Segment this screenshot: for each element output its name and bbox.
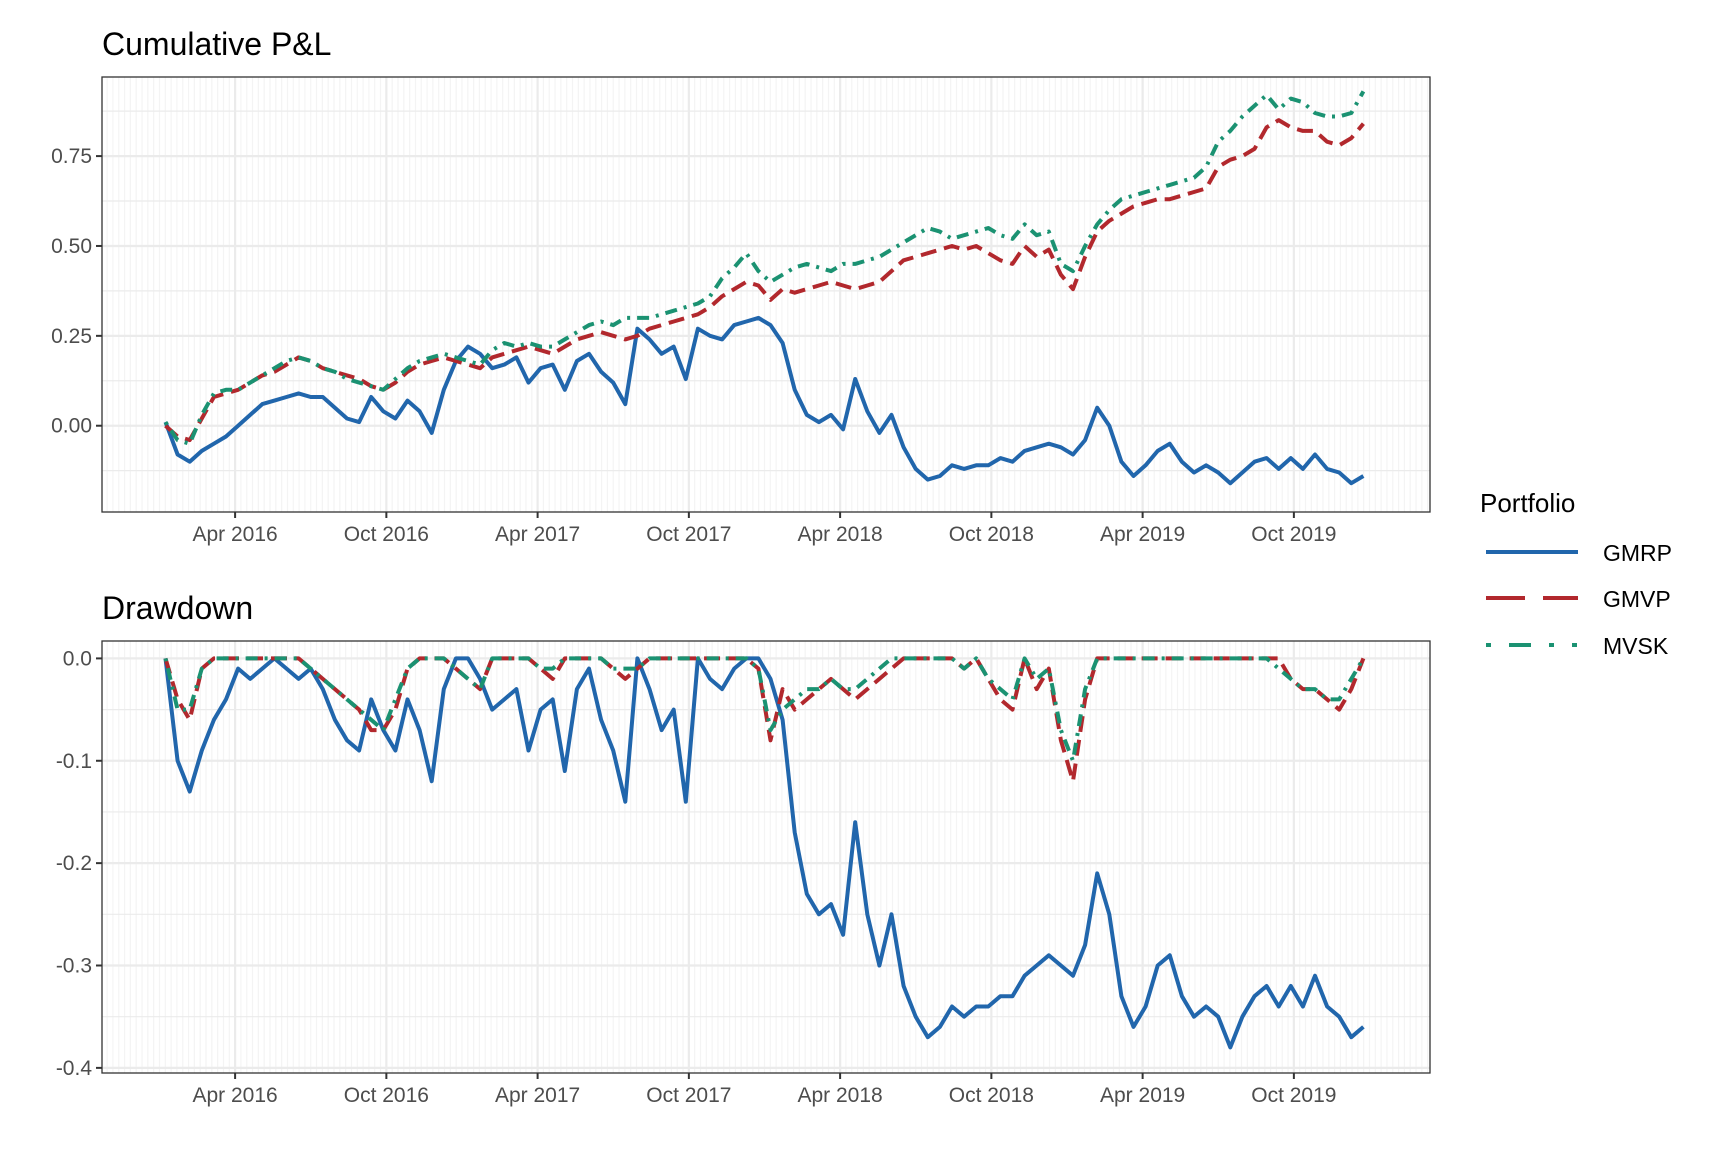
legend-label-gmrp: GMRP bbox=[1603, 540, 1672, 566]
x-tick-label: Apr 2016 bbox=[192, 1084, 277, 1107]
pnl-y-axis: 0.00 0.25 0.50 0.75 bbox=[51, 145, 102, 438]
legend: Portfolio GMRP GMVP MVSK bbox=[1480, 488, 1672, 659]
drawdown-x-axis: Apr 2016 Oct 2016 Apr 2017 Oct 2017 Apr 2018… bbox=[192, 1073, 1336, 1107]
pnl-x-axis: Apr 2016 Oct 2016 Apr 2017 Oct 2017 Apr 2018… bbox=[192, 512, 1336, 546]
legend-item-gmrp: GMRP bbox=[1486, 540, 1672, 566]
x-tick-label: Apr 2017 bbox=[495, 1084, 580, 1107]
panel-background bbox=[102, 77, 1430, 512]
pnl-grid bbox=[102, 77, 1430, 512]
drawdown-title: Drawdown bbox=[102, 590, 253, 626]
drawdown-y-axis: 0.0 -0.1 -0.2 -0.3 -0.4 bbox=[56, 647, 102, 1080]
legend-item-gmvp: GMVP bbox=[1486, 586, 1671, 612]
y-tick-label: -0.3 bbox=[56, 955, 92, 978]
pnl-panel: 0.000.250.500.75 Apr 2016 Oct 2016 Apr 201… bbox=[51, 76, 1431, 546]
y-tick-label: 0.00 bbox=[51, 415, 92, 438]
x-tick-label: Oct 2016 bbox=[344, 523, 429, 546]
x-tick-label: Oct 2017 bbox=[646, 523, 731, 546]
x-tick-label: Oct 2018 bbox=[949, 523, 1034, 546]
x-tick-label: Apr 2019 bbox=[1100, 1084, 1185, 1107]
y-tick-label: 0.25 bbox=[51, 325, 92, 348]
legend-item-mvsk: MVSK bbox=[1486, 633, 1669, 659]
x-tick-label: Apr 2019 bbox=[1100, 523, 1185, 546]
x-tick-label: Apr 2017 bbox=[495, 523, 580, 546]
x-tick-label: Oct 2016 bbox=[344, 1084, 429, 1107]
chart-canvas: Cumulative P&L 0.00 0.25 0.50 0.75 Apr 2016… bbox=[51, 26, 1672, 1107]
legend-label-mvsk: MVSK bbox=[1603, 633, 1669, 659]
y-tick-label: -0.1 bbox=[56, 750, 92, 773]
x-tick-label: Oct 2017 bbox=[646, 1084, 731, 1107]
drawdown-panel: 0.0-0.1-0.2-0.3-0.4 Apr 2016 Oct 2016 Apr … bbox=[56, 640, 1431, 1107]
x-tick-label: Apr 2018 bbox=[797, 1084, 882, 1107]
pnl-title: Cumulative P&L bbox=[102, 26, 331, 62]
legend-title: Portfolio bbox=[1480, 488, 1575, 518]
y-tick-label: 0.0 bbox=[63, 647, 92, 670]
y-tick-label: -0.4 bbox=[56, 1057, 93, 1080]
x-tick-label: Apr 2018 bbox=[797, 523, 882, 546]
x-tick-label: Apr 2016 bbox=[192, 523, 277, 546]
x-tick-label: Oct 2019 bbox=[1251, 523, 1336, 546]
x-tick-label: Oct 2019 bbox=[1251, 1084, 1336, 1107]
y-tick-label: 0.75 bbox=[51, 145, 92, 168]
y-tick-label: -0.2 bbox=[56, 852, 92, 875]
x-tick-label: Oct 2018 bbox=[949, 1084, 1034, 1107]
y-tick-label: 0.50 bbox=[51, 235, 92, 258]
legend-label-gmvp: GMVP bbox=[1603, 586, 1671, 612]
